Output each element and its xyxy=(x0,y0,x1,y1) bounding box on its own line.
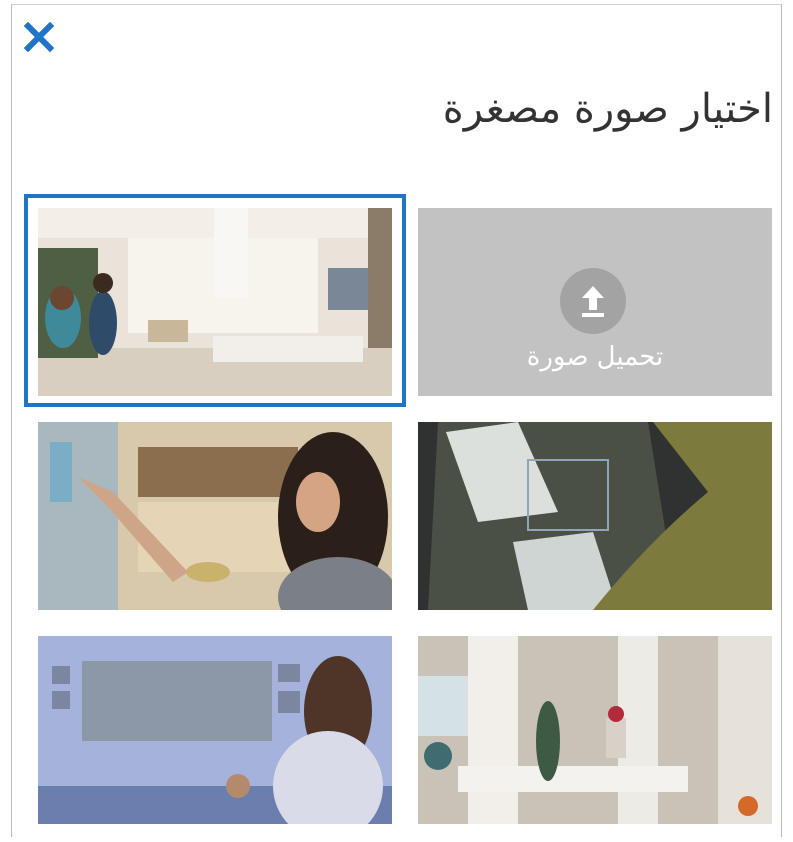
thumbnail-image xyxy=(418,422,772,610)
upload-image-button[interactable]: تحميل صورة xyxy=(418,208,772,396)
dialog-title: اختيار صورة مصغرة xyxy=(442,86,773,132)
close-button[interactable] xyxy=(23,21,55,53)
upload-icon xyxy=(560,268,626,334)
thumbnail-option[interactable] xyxy=(418,636,772,824)
thumbnail-option[interactable] xyxy=(38,422,392,610)
close-icon xyxy=(23,21,55,53)
thumbnail-image xyxy=(38,636,392,824)
thumbnail-option[interactable] xyxy=(38,636,392,824)
thumbnail-image xyxy=(418,636,772,824)
thumbnail-image xyxy=(38,422,392,610)
thumbnail-option[interactable] xyxy=(418,422,772,610)
thumbnail-option[interactable] xyxy=(38,208,392,396)
thumbnail-image xyxy=(38,208,392,396)
upload-label: تحميل صورة xyxy=(526,342,664,372)
